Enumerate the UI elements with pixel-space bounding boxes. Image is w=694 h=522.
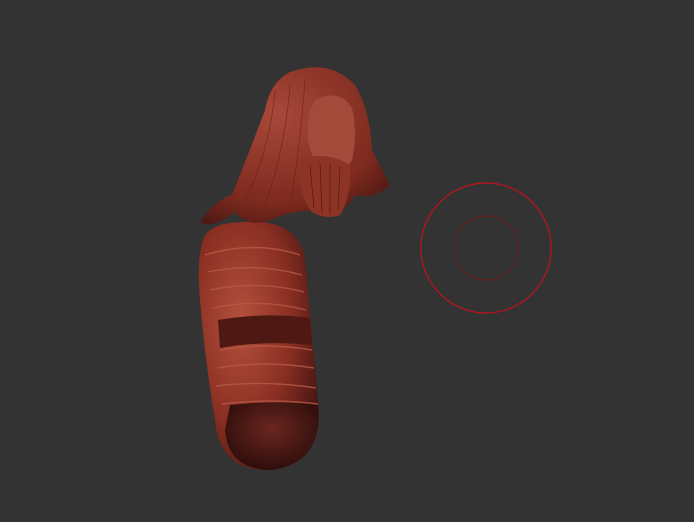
model-base bbox=[225, 402, 319, 470]
model-hood bbox=[200, 67, 390, 225]
sculpt-viewport[interactable] bbox=[0, 0, 694, 522]
model-band-dark bbox=[218, 315, 312, 348]
brush-cursor-icon bbox=[420, 182, 552, 314]
canvas[interactable] bbox=[0, 0, 694, 522]
sculpt-model[interactable] bbox=[198, 67, 390, 471]
